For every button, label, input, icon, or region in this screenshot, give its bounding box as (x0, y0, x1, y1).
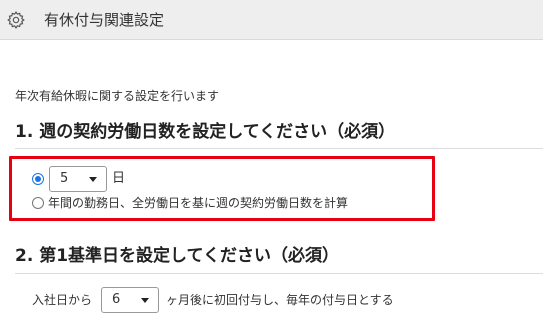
weekly-days-calculate-radio[interactable] (32, 197, 44, 209)
weekly-days-select[interactable]: 5 (49, 166, 107, 192)
section1-divider (15, 148, 543, 149)
section2-divider (15, 273, 543, 274)
page-title: 有休付与関連設定 (44, 11, 165, 29)
first-grant-months-select[interactable]: 6 (101, 287, 159, 313)
gear-icon[interactable] (6, 10, 26, 30)
first-grant-months-value: 6 (112, 292, 121, 307)
section1-title: 1. 週の契約労働日数を設定してください（必須） (15, 122, 396, 142)
page-header: 有休付与関連設定 (0, 0, 543, 40)
days-unit-label: 日 (112, 171, 126, 186)
weekly-days-fixed-radio[interactable] (32, 173, 44, 185)
section2-title: 2. 第1基準日を設定してください（必須） (15, 246, 340, 266)
weekly-days-calculate-label: 年間の勤務日、全労働日を基に週の契約労働日数を計算 (48, 196, 349, 210)
chevron-down-icon (89, 177, 97, 182)
chevron-down-icon (141, 298, 149, 303)
intro-text: 年次有給休暇に関する設定を行います (15, 89, 220, 103)
weekly-days-value: 5 (60, 171, 69, 186)
